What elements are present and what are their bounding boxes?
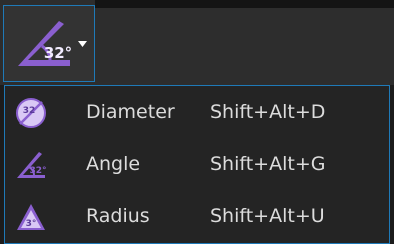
radius-icon: 3° <box>17 204 45 230</box>
dimension-type-menu: 32 Diameter Shift+Alt+D 32° Angle Shift+… <box>4 85 390 244</box>
angle-icon-badge: 32° <box>29 166 46 176</box>
menu-item-label: Diameter <box>86 101 175 123</box>
toolbar-top-strip <box>95 0 394 8</box>
diameter-icon-badge: 32 <box>23 106 36 116</box>
diameter-icon: 32 <box>16 98 46 128</box>
menu-item-shortcut: Shift+Alt+G <box>210 153 326 175</box>
angle-icon: 32° <box>17 152 47 178</box>
menu-item-radius[interactable]: 3° Radius Shift+Alt+U <box>5 192 389 243</box>
toolbar: 32° <box>0 0 394 85</box>
menu-item-diameter[interactable]: 32 Diameter Shift+Alt+D <box>5 88 389 139</box>
menu-item-shortcut: Shift+Alt+D <box>210 101 326 123</box>
menu-item-angle[interactable]: 32° Angle Shift+Alt+G <box>5 140 389 191</box>
radius-icon-badge: 3° <box>26 219 37 229</box>
caret-down-icon[interactable] <box>78 41 87 47</box>
angle-32-degree-icon: 32° <box>18 21 72 66</box>
dimension-type-dropdown-button[interactable]: 32° <box>3 5 95 82</box>
menu-item-label: Radius <box>86 205 150 227</box>
menu-item-shortcut: Shift+Alt+U <box>210 205 325 227</box>
dimension-button-badge: 32° <box>44 44 72 62</box>
menu-item-label: Angle <box>86 153 141 175</box>
